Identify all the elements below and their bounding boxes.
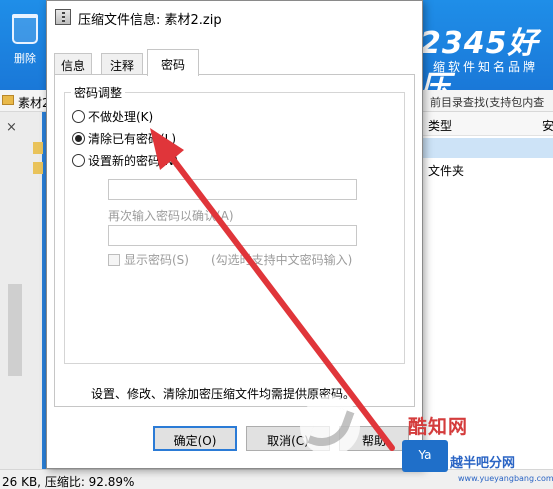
folder-icon bbox=[33, 162, 43, 174]
archive-info-dialog: 压缩文件信息: 素材2.zip 信息 注释 密码 密码调整 不做处理(K) 清除… bbox=[46, 0, 423, 469]
zip-archive-icon bbox=[55, 9, 71, 25]
tab-password[interactable]: 密码 bbox=[147, 49, 199, 76]
password-tab-panel: 密码调整 不做处理(K) 清除已有密码(L) 设置新的密码(N) 再次输入密码以… bbox=[54, 74, 415, 407]
dialog-titlebar[interactable]: 压缩文件信息: 素材2.zip bbox=[47, 1, 422, 33]
row-type-cell[interactable]: 文件夹 bbox=[428, 162, 464, 179]
option-label: 不做处理(K) bbox=[88, 109, 154, 124]
reenter-password-label: 再次输入密码以确认(A) bbox=[108, 209, 234, 223]
column-header-more[interactable]: 安 bbox=[542, 117, 553, 134]
search-field[interactable]: 前目录查找(支持包内查 bbox=[430, 94, 544, 110]
address-text[interactable]: 素材2 bbox=[18, 94, 50, 111]
show-password-checkbox[interactable] bbox=[108, 253, 120, 266]
radio-button-checked[interactable] bbox=[72, 131, 85, 145]
close-icon[interactable]: × bbox=[6, 120, 17, 135]
watermark-brand: 酷知网 bbox=[408, 416, 469, 438]
watermark-badge: Ya bbox=[402, 440, 448, 472]
tab-info[interactable]: 信息 bbox=[54, 53, 92, 75]
scrollbar-thumb[interactable] bbox=[8, 284, 22, 376]
new-password-input[interactable] bbox=[108, 179, 357, 200]
radio-button[interactable] bbox=[72, 153, 85, 167]
recycle-bin-label: 删除 bbox=[14, 52, 36, 65]
archive-icon bbox=[2, 95, 14, 105]
show-password-option[interactable]: 显示密码(S) (勾选时支持中文密码输入) bbox=[108, 251, 352, 268]
option-set-new-password[interactable]: 设置新的密码(N) bbox=[72, 151, 178, 169]
watermark-logo bbox=[300, 396, 360, 456]
option-clear-password[interactable]: 清除已有密码(L) bbox=[72, 129, 176, 147]
file-list-header: 类型 安 bbox=[420, 112, 553, 136]
ok-button[interactable]: 确定(O) bbox=[153, 426, 237, 451]
app-slogan: 缩软件知名品牌 bbox=[433, 60, 539, 74]
reenter-password-input[interactable] bbox=[108, 225, 357, 246]
recycle-bin-shortcut[interactable]: 删除 bbox=[8, 14, 42, 78]
status-size-text: 26 KB, 压缩比: 92.89% bbox=[2, 475, 135, 489]
folder-tree-pane: × bbox=[0, 112, 43, 469]
option-label: 清除已有密码(L) bbox=[88, 131, 177, 146]
option-label: 设置新的密码(N) bbox=[88, 153, 179, 168]
column-header-type[interactable]: 类型 bbox=[428, 117, 452, 134]
watermark-url: www.yueyangbang.com bbox=[458, 474, 553, 483]
folder-icon bbox=[33, 142, 43, 154]
tab-comment[interactable]: 注释 bbox=[101, 53, 143, 75]
dialog-title: 压缩文件信息: 素材2.zip bbox=[78, 13, 222, 28]
group-title: 密码调整 bbox=[71, 84, 126, 101]
option-no-change[interactable]: 不做处理(K) bbox=[72, 107, 153, 125]
table-row[interactable] bbox=[420, 138, 553, 158]
watermark-site: 越半吧分网 bbox=[450, 456, 516, 471]
chinese-input-hint: (勾选时支持中文密码输入) bbox=[210, 253, 353, 267]
radio-button[interactable] bbox=[72, 109, 85, 123]
recycle-bin-icon bbox=[12, 14, 38, 44]
show-password-label: 显示密码(S) bbox=[124, 253, 189, 267]
password-adjust-group: 密码调整 不做处理(K) 清除已有密码(L) 设置新的密码(N) 再次输入密码以… bbox=[64, 84, 405, 364]
